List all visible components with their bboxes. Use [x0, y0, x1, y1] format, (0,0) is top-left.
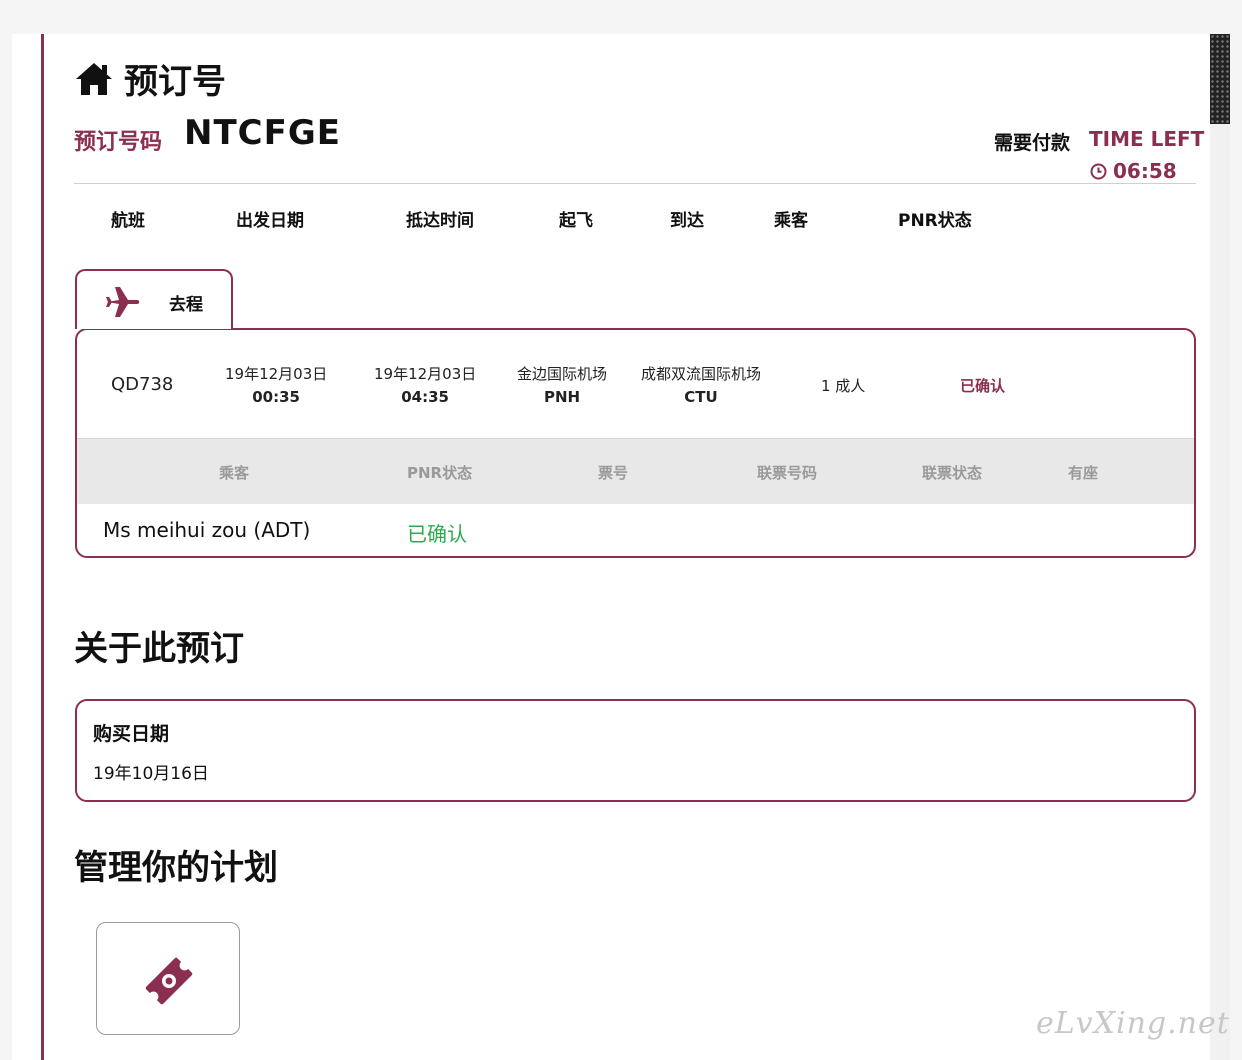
pax-header-passenger: 乘客: [219, 464, 250, 482]
passenger-count: 1 成人: [821, 377, 866, 395]
scrollbar-track[interactable]: [1210, 34, 1230, 1060]
column-header-pnr-status: PNR状态: [898, 211, 972, 231]
column-header-takeoff: 起飞: [559, 211, 593, 231]
pax-header-conj-ticket-number: 联票号码: [757, 464, 818, 482]
pnr-status-badge: 已确认: [960, 377, 1006, 395]
countdown-timer: 06:58: [1090, 159, 1177, 183]
purchase-date-value: 19年10月16日: [93, 764, 209, 784]
home-icon[interactable]: [74, 59, 114, 99]
passenger-table-header: 乘客 PNR状态 票号 联票号码 联票状态 有座: [77, 439, 1194, 504]
ticket-icon: [145, 957, 193, 1005]
page-title-text: 预订号: [124, 62, 226, 102]
pax-header-seat: 有座: [1068, 464, 1099, 482]
scrollbar-thumb[interactable]: [1210, 34, 1230, 124]
page-title: 预订号: [74, 54, 226, 103]
tab-outbound[interactable]: 去程: [75, 269, 233, 329]
column-header-arrival-time: 抵达时间: [406, 211, 474, 231]
pax-header-pnr-status: PNR状态: [407, 464, 473, 482]
clock-icon: [1090, 163, 1107, 179]
passenger-pnr-status: 已确认: [407, 522, 467, 546]
pax-header-ticket-number: 票号: [598, 464, 629, 482]
column-header-passengers: 乘客: [774, 211, 808, 231]
booking-ref-label: 预订号码: [74, 130, 163, 155]
column-header-arrive: 到达: [670, 211, 704, 231]
destination-cell: 成都双流国际机场 CTU: [641, 363, 761, 406]
destination-airport-name: 成都双流国际机场: [641, 365, 762, 383]
tab-outbound-label: 去程: [169, 295, 203, 315]
origin-airport-code: PNH: [543, 388, 581, 406]
passenger-name: Ms meihui zou (ADT): [103, 518, 311, 542]
departure-cell: 19年12月03日 00:35: [225, 363, 327, 406]
destination-airport-code: CTU: [684, 388, 718, 406]
booking-ref-code: NTCFGE: [184, 113, 341, 153]
payment-required-label: 需要付款: [994, 132, 1071, 154]
origin-airport-name: 金边国际机场: [517, 365, 608, 383]
watermark: eLvXing.net: [1036, 1006, 1230, 1041]
purchase-info-card: 购买日期 19年10月16日: [75, 699, 1196, 802]
pax-header-conj-ticket-status: 联票状态: [922, 464, 983, 482]
arrival-date: 19年12月03日: [374, 365, 477, 383]
manage-section-title: 管理你的计划: [74, 848, 278, 888]
about-section-title: 关于此预订: [74, 629, 244, 669]
arrival-time: 04:35: [401, 388, 449, 406]
left-accent-rule: [41, 34, 44, 1060]
airplane-icon: [106, 287, 140, 317]
departure-date: 19年12月03日: [225, 365, 328, 383]
origin-cell: 金边国际机场 PNH: [517, 363, 607, 406]
flight-card: QD738 19年12月03日 00:35 19年12月03日 04:35 金边…: [75, 328, 1196, 558]
flight-number: QD738: [111, 374, 174, 395]
purchase-date-label: 购买日期: [93, 723, 170, 745]
flight-row[interactable]: QD738 19年12月03日 00:35 19年12月03日 04:35 金边…: [77, 330, 1194, 439]
manage-ticket-button[interactable]: [96, 922, 240, 1035]
header-divider: [74, 183, 1196, 184]
countdown-value: 06:58: [1113, 159, 1177, 183]
time-left-label: TIME LEFT: [1089, 127, 1205, 151]
arrival-cell: 19年12月03日 04:35: [374, 363, 476, 406]
column-header-flight: 航班: [111, 211, 145, 231]
departure-time: 00:35: [252, 388, 300, 406]
column-header-departure-date: 出发日期: [236, 211, 304, 231]
